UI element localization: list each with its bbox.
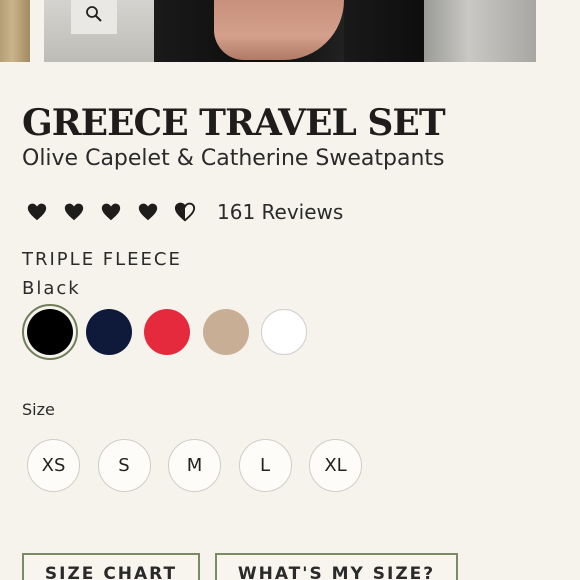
whats-my-size-button[interactable]: WHAT'S MY SIZE? bbox=[215, 553, 458, 580]
size-chart-button[interactable]: SIZE CHART bbox=[22, 553, 200, 580]
product-image-strip bbox=[0, 0, 580, 62]
swatch-white[interactable] bbox=[256, 304, 312, 360]
swatch-red[interactable] bbox=[139, 304, 195, 360]
swatch-tan[interactable] bbox=[198, 304, 254, 360]
color-swatches bbox=[22, 304, 315, 360]
size-m-button[interactable]: M bbox=[168, 439, 221, 492]
heart-full-icon bbox=[138, 203, 158, 221]
product-thumbnail[interactable] bbox=[0, 0, 30, 62]
product-subtitle: Olive Capelet & Catherine Sweatpants bbox=[22, 146, 445, 171]
swatch-black-fill bbox=[27, 309, 73, 355]
magnifier-icon bbox=[86, 6, 102, 22]
swatch-red-fill bbox=[144, 309, 190, 355]
swatch-white-fill bbox=[261, 309, 307, 355]
size-s-button[interactable]: S bbox=[97, 439, 151, 492]
size-l-button[interactable]: L bbox=[238, 439, 292, 492]
reviews-count[interactable]: 161 Reviews bbox=[217, 200, 343, 224]
product-title: GREECE TRAVEL SET bbox=[22, 102, 446, 144]
fabric-label: TRIPLE FLEECE bbox=[22, 249, 182, 270]
zoom-button[interactable] bbox=[71, 0, 117, 34]
swatch-tan-fill bbox=[202, 309, 249, 355]
size-label: Size bbox=[22, 400, 55, 419]
size-xl-button[interactable]: XL bbox=[309, 439, 362, 492]
heart-half-icon bbox=[174, 202, 196, 222]
heart-full-icon bbox=[64, 203, 84, 221]
size-xs-button[interactable]: XS bbox=[27, 439, 80, 492]
size-help-buttons: SIZE CHART WHAT'S MY SIZE? bbox=[22, 553, 458, 580]
swatch-navy[interactable] bbox=[81, 304, 137, 360]
swatch-navy-fill bbox=[85, 309, 132, 355]
heart-full-icon bbox=[101, 203, 121, 221]
swatch-black[interactable] bbox=[22, 304, 78, 360]
product-photo[interactable] bbox=[44, 0, 536, 62]
heart-full-icon bbox=[27, 203, 47, 221]
size-options: XS S M L XL bbox=[27, 439, 380, 492]
selected-color-label: Black bbox=[22, 278, 81, 299]
rating-row[interactable]: 161 Reviews bbox=[26, 200, 343, 224]
